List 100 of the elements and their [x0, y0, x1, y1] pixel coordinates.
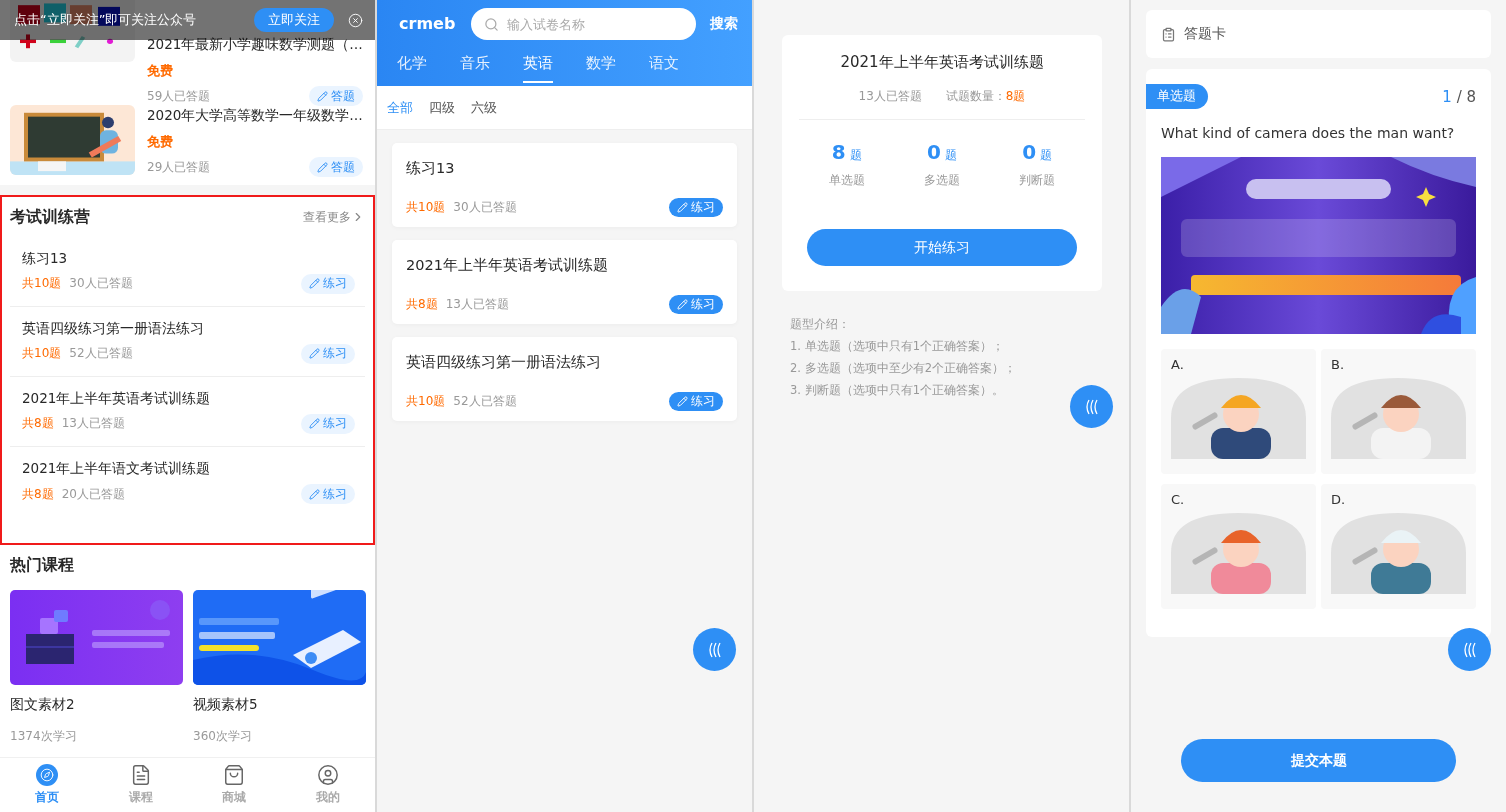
paper-title: 英语四级练习第一册语法练习 [406, 353, 602, 372]
answer-count: 13人已答题 [858, 88, 922, 105]
paper-card[interactable]: 练习13 共10题 30人已答题 练习 [392, 143, 737, 227]
practice-button[interactable]: 练习 [301, 343, 355, 364]
triple-arc-icon [707, 641, 722, 658]
intro-text: 题型介绍： [790, 317, 851, 332]
subject-tab[interactable]: 音乐 [460, 48, 490, 83]
float-button[interactable] [1070, 385, 1113, 428]
subject-tab[interactable]: 英语 [523, 48, 553, 83]
level-tab[interactable]: 全部 [387, 98, 413, 117]
question-total: 共8题 [22, 415, 54, 432]
level-tab[interactable]: 四级 [429, 98, 455, 117]
course-title: 视频素材5 [193, 696, 259, 714]
tab-bar-item[interactable]: 我的 [281, 758, 375, 812]
level-tab[interactable]: 六级 [471, 98, 497, 117]
paper-card[interactable]: 2021年上半年英语考试训练题 共8题 13人已答题 练习 [392, 240, 737, 324]
logo: crmeb [398, 13, 457, 35]
type-label: 多选题 [924, 172, 960, 189]
submit-button[interactable]: 提交本题 [1181, 739, 1456, 782]
subject-tab[interactable]: 语文 [649, 48, 679, 83]
answer-sheet-button[interactable]: 答题卡 [1146, 10, 1491, 58]
search-icon [484, 17, 500, 32]
practice-button[interactable]: 练习 [669, 295, 723, 314]
study-count: 360次学习 [193, 728, 253, 745]
pencil-icon [317, 161, 328, 173]
answer-count: 13人已答题 [61, 415, 125, 432]
user-icon [317, 764, 340, 786]
subject-tab[interactable]: 数学 [586, 48, 616, 83]
question-total: 共10题 [406, 393, 446, 410]
pencil-icon [317, 90, 328, 102]
float-button[interactable] [693, 628, 736, 671]
answer-count: 13人已答题 [445, 296, 509, 313]
type-label: 判断题 [1019, 172, 1056, 189]
question-total: 共8题 [22, 485, 54, 503]
tab-bar-item[interactable]: 首页 [0, 758, 94, 812]
pencil-icon [677, 299, 688, 310]
practice-button[interactable]: 练习 [301, 273, 355, 294]
float-button[interactable] [1448, 628, 1491, 671]
course-title: 图文素材2 [10, 696, 76, 714]
paper-card[interactable]: 英语四级练习第一册语法练习 共10题 52人已答题 练习 [392, 337, 737, 421]
pencil-icon [677, 202, 688, 213]
pencil-icon [309, 418, 320, 429]
answer-count: 52人已答题 [453, 393, 517, 410]
exam-title: 2021年上半年语文考试训练题 [22, 460, 212, 478]
type-count: 0 题 [927, 140, 957, 164]
pencil-icon [309, 348, 320, 359]
more-link[interactable]: 查看更多 [303, 208, 365, 226]
study-count: 1374次学习 [10, 728, 78, 745]
answer-option[interactable]: A. [1161, 349, 1316, 474]
answer-button[interactable]: 答题 [309, 157, 363, 177]
practice-button[interactable]: 练习 [669, 392, 723, 411]
practice-button[interactable]: 练习 [669, 198, 723, 217]
search-field[interactable]: 输入试卷名称 [471, 8, 696, 40]
exam-title: 练习13 [22, 249, 69, 268]
pencil-icon [309, 278, 320, 289]
clipboard-icon [1161, 26, 1176, 42]
question-total: / 8 [1455, 87, 1476, 106]
type-count: 8 题 [831, 140, 862, 164]
follow-button[interactable]: 立即关注 [254, 8, 334, 32]
section-title: 热门课程 [10, 555, 75, 576]
search-button[interactable]: 搜索 [710, 15, 738, 33]
tab-bar-item[interactable]: 课程 [93, 758, 188, 812]
paper-title: 2021年上半年英语考试训练题 [406, 256, 609, 275]
tab-bar-item[interactable]: 商城 [187, 758, 282, 812]
type-label: 单选题 [828, 172, 865, 189]
close-icon[interactable] [348, 12, 363, 28]
compass-icon [35, 764, 58, 786]
answer-option[interactable]: D. [1321, 484, 1476, 609]
question-count: 试题数量：8题 [945, 88, 1026, 105]
answer-option[interactable]: B. [1321, 349, 1476, 474]
answer-count: 59人已答题 [147, 87, 211, 105]
answer-count: 30人已答题 [453, 199, 517, 216]
triple-arc-icon [1084, 398, 1099, 415]
exam-title: 2021年上半年英语考试训练题 [840, 53, 1044, 72]
answer-option[interactable]: C. [1161, 484, 1316, 609]
intro-text: 3. 判断题（选项中只有1个正确答案）。 [790, 383, 1005, 398]
answer-count: 52人已答题 [69, 345, 133, 362]
question-type-tag: 单选题 [1146, 84, 1208, 109]
course-title: 2020年大学高等数学一年级数学… [147, 107, 363, 125]
pencil-icon [677, 396, 688, 407]
subject-tab[interactable]: 化学 [397, 48, 427, 83]
course-title: 2021年最新小学趣味数学测题（… [147, 36, 363, 54]
exam-title: 英语四级练习第一册语法练习 [22, 319, 205, 338]
answer-count: 29人已答题 [147, 158, 211, 176]
answer-button[interactable]: 答题 [309, 86, 363, 106]
current-question-number: 1 [1442, 87, 1452, 106]
start-button[interactable]: 开始练习 [807, 229, 1077, 266]
intro-text: 2. 多选题（选项中至少有2个正确答案）； [790, 361, 1017, 376]
bag-icon [223, 764, 246, 786]
practice-button[interactable]: 练习 [301, 413, 355, 434]
section-title: 考试训练营 [10, 206, 90, 228]
paper-title: 练习13 [406, 159, 456, 178]
answer-count: 20人已答题 [61, 485, 125, 503]
question-total: 共10题 [406, 199, 446, 216]
practice-button[interactable]: 练习 [301, 484, 355, 504]
question-total: 共10题 [22, 275, 62, 292]
type-count: 0 题 [1022, 140, 1053, 164]
intro-text: 1. 单选题（选项中只有1个正确答案）； [790, 339, 1005, 354]
triple-arc-icon [1462, 641, 1477, 658]
course-price: 免费 [147, 133, 174, 151]
